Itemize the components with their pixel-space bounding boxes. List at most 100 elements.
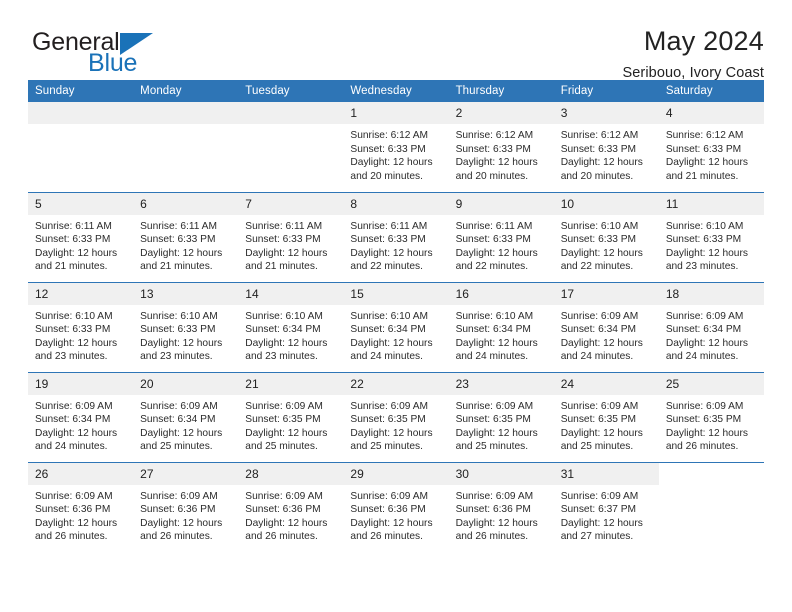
calendar-day-cell[interactable]: 20 Sunrise: 6:09 AM Sunset: 6:34 PM Dayligh… (133, 371, 239, 462)
day-details: Sunrise: 6:10 AM Sunset: 6:33 PM Daylight:… (133, 305, 238, 364)
sunrise-time: Sunrise: 6:09 AM (455, 490, 534, 502)
daylight-duration-line2: and 20 minutes. (455, 170, 529, 182)
daylight-duration-line2: and 22 minutes. (455, 261, 529, 273)
daylight-duration-line2: and 26 minutes. (455, 531, 529, 543)
sunrise-time: Sunrise: 6:10 AM (665, 220, 744, 232)
daylight-duration-line2: and 23 minutes. (665, 261, 739, 273)
calendar-cell-empty (658, 461, 764, 552)
day-details: Sunrise: 6:10 AM Sunset: 6:33 PM Daylight:… (28, 305, 133, 364)
calendar-day-cell[interactable]: 11 Sunrise: 6:10 AM Sunset: 6:33 PM Dayligh… (658, 191, 764, 282)
day-details: Sunrise: 6:12 AM Sunset: 6:33 PM Daylight:… (343, 124, 448, 183)
daylight-duration-line1: Daylight: 12 hours (140, 427, 223, 439)
sunrise-time: Sunrise: 6:11 AM (350, 220, 428, 232)
calendar-day-cell[interactable]: 4 Sunrise: 6:12 AM Sunset: 6:33 PM Daylight… (658, 102, 764, 192)
location-subtitle: Seribouo, Ivory Coast (622, 65, 764, 82)
day-details: Sunrise: 6:09 AM Sunset: 6:36 PM Daylight:… (343, 485, 448, 544)
calendar-day-cell[interactable]: 19 Sunrise: 6:09 AM Sunset: 6:34 PM Dayligh… (28, 371, 134, 462)
calendar-day-cell[interactable]: 18 Sunrise: 6:09 AM Sunset: 6:34 PM Dayligh… (658, 281, 764, 372)
day-details: Sunrise: 6:09 AM Sunset: 6:36 PM Daylight:… (449, 485, 554, 544)
daylight-duration-line2: and 23 minutes. (245, 351, 318, 363)
sunrise-time: Sunrise: 6:10 AM (455, 310, 534, 322)
sunrise-time: Sunrise: 6:09 AM (560, 310, 639, 322)
calendar-day-cell[interactable]: 1 Sunrise: 6:12 AM Sunset: 6:33 PM Daylight… (343, 102, 449, 192)
daylight-duration-line1: Daylight: 12 hours (245, 517, 328, 529)
day-number: 14 (238, 282, 344, 305)
day-details: Sunrise: 6:12 AM Sunset: 6:33 PM Daylight:… (449, 124, 554, 183)
sunrise-time: Sunrise: 6:11 AM (35, 220, 112, 232)
calendar-day-cell[interactable]: 12 Sunrise: 6:10 AM Sunset: 6:33 PM Dayligh… (28, 281, 134, 372)
daylight-duration-line2: and 27 minutes. (560, 531, 634, 543)
weekday-header-monday: Monday (133, 80, 239, 102)
day-details: Sunrise: 6:12 AM Sunset: 6:33 PM Daylight:… (659, 124, 764, 183)
daylight-duration-line1: Daylight: 12 hours (245, 337, 328, 349)
calendar-day-cell[interactable]: 23 Sunrise: 6:09 AM Sunset: 6:35 PM Dayligh… (448, 371, 554, 462)
sunrise-time: Sunrise: 6:09 AM (35, 490, 113, 502)
daylight-duration-line1: Daylight: 12 hours (245, 427, 328, 439)
sunrise-sunset-calendar: Sunday Monday Tuesday Wednesday Thursday Frid… (28, 80, 764, 552)
sunset-time: Sunset: 6:33 PM (140, 324, 216, 336)
calendar-day-cell[interactable]: 5 Sunrise: 6:11 AM Sunset: 6:33 PM Daylight… (28, 191, 134, 282)
calendar-day-cell[interactable]: 24 Sunrise: 6:09 AM Sunset: 6:35 PM Dayligh… (553, 371, 659, 462)
daylight-duration-line1: Daylight: 12 hours (665, 337, 748, 349)
daylight-duration-line1: Daylight: 12 hours (35, 337, 118, 349)
calendar-day-cell[interactable]: 30 Sunrise: 6:09 AM Sunset: 6:36 PM Dayligh… (448, 461, 554, 552)
daylight-duration-line2: and 24 minutes. (665, 351, 739, 363)
calendar-day-cell[interactable]: 3 Sunrise: 6:12 AM Sunset: 6:33 PM Daylight… (553, 102, 659, 192)
daylight-duration-line2: and 25 minutes. (140, 441, 213, 453)
day-number: 6 (133, 192, 239, 215)
daylight-duration-line2: and 25 minutes. (455, 441, 529, 453)
daylight-duration-line1: Daylight: 12 hours (665, 247, 748, 259)
daylight-duration-line2: and 24 minutes. (35, 441, 108, 453)
calendar-day-cell[interactable]: 14 Sunrise: 6:10 AM Sunset: 6:34 PM Dayligh… (238, 281, 344, 372)
calendar-day-cell[interactable]: 8 Sunrise: 6:11 AM Sunset: 6:33 PM Daylight… (343, 191, 449, 282)
day-number (133, 102, 239, 124)
calendar-day-cell[interactable]: 9 Sunrise: 6:11 AM Sunset: 6:33 PM Daylight… (448, 191, 554, 282)
calendar-day-cell[interactable]: 16 Sunrise: 6:10 AM Sunset: 6:34 PM Dayligh… (448, 281, 554, 372)
calendar-day-cell[interactable]: 27 Sunrise: 6:09 AM Sunset: 6:36 PM Dayligh… (133, 461, 239, 552)
calendar-day-cell[interactable]: 6 Sunrise: 6:11 AM Sunset: 6:33 PM Daylight… (133, 191, 239, 282)
weekday-header-tuesday: Tuesday (238, 80, 344, 102)
calendar-day-cell[interactable]: 10 Sunrise: 6:10 AM Sunset: 6:33 PM Dayligh… (553, 191, 659, 282)
calendar-week-row: 5 Sunrise: 6:11 AM Sunset: 6:33 PM Daylight… (28, 191, 764, 282)
sunset-time: Sunset: 6:34 PM (455, 324, 531, 336)
sunrise-time: Sunrise: 6:09 AM (350, 400, 429, 412)
calendar-day-cell[interactable]: 15 Sunrise: 6:10 AM Sunset: 6:34 PM Dayligh… (343, 281, 449, 372)
daylight-duration-line1: Daylight: 12 hours (455, 157, 538, 169)
calendar-day-cell[interactable]: 22 Sunrise: 6:09 AM Sunset: 6:35 PM Dayligh… (343, 371, 449, 462)
calendar-day-cell[interactable]: 29 Sunrise: 6:09 AM Sunset: 6:36 PM Dayligh… (343, 461, 449, 552)
calendar-day-cell[interactable]: 28 Sunrise: 6:09 AM Sunset: 6:36 PM Dayligh… (238, 461, 344, 552)
calendar-day-cell[interactable]: 7 Sunrise: 6:11 AM Sunset: 6:33 PM Daylight… (238, 191, 344, 282)
daylight-duration-line2: and 24 minutes. (455, 351, 529, 363)
calendar-day-cell[interactable]: 13 Sunrise: 6:10 AM Sunset: 6:33 PM Dayligh… (133, 281, 239, 372)
weekday-header-thursday: Thursday (448, 80, 554, 102)
calendar-day-cell[interactable]: 21 Sunrise: 6:09 AM Sunset: 6:35 PM Dayligh… (238, 371, 344, 462)
day-details: Sunrise: 6:09 AM Sunset: 6:35 PM Daylight:… (238, 395, 343, 454)
daylight-duration-line1: Daylight: 12 hours (560, 517, 643, 529)
day-number: 5 (28, 192, 134, 215)
calendar-day-cell[interactable]: 2 Sunrise: 6:12 AM Sunset: 6:33 PM Daylight… (448, 102, 554, 192)
sunset-time: Sunset: 6:35 PM (665, 414, 742, 426)
sunset-time: Sunset: 6:36 PM (245, 504, 321, 516)
day-details: Sunrise: 6:10 AM Sunset: 6:34 PM Daylight:… (343, 305, 448, 364)
day-details: Sunrise: 6:09 AM Sunset: 6:35 PM Daylight:… (554, 395, 659, 454)
day-details: Sunrise: 6:09 AM Sunset: 6:36 PM Daylight:… (28, 485, 133, 544)
sunrise-time: Sunrise: 6:12 AM (665, 130, 744, 141)
day-details: Sunrise: 6:09 AM Sunset: 6:34 PM Daylight:… (554, 305, 659, 364)
day-number: 30 (448, 462, 554, 485)
sunset-time: Sunset: 6:36 PM (455, 504, 531, 516)
calendar-day-cell[interactable]: 25 Sunrise: 6:09 AM Sunset: 6:35 PM Dayligh… (658, 371, 764, 462)
sunrise-time: Sunrise: 6:10 AM (245, 310, 323, 322)
daylight-duration-line1: Daylight: 12 hours (245, 247, 328, 259)
calendar-day-cell[interactable]: 17 Sunrise: 6:09 AM Sunset: 6:34 PM Dayligh… (553, 281, 659, 372)
calendar-day-cell[interactable]: 31 Sunrise: 6:09 AM Sunset: 6:37 PM Dayligh… (553, 461, 659, 552)
daylight-duration-line2: and 20 minutes. (350, 170, 423, 182)
day-details: Sunrise: 6:09 AM Sunset: 6:35 PM Daylight:… (449, 395, 554, 454)
sunset-time: Sunset: 6:33 PM (350, 234, 426, 246)
sunrise-time: Sunrise: 6:09 AM (140, 400, 218, 412)
daylight-duration-line1: Daylight: 12 hours (455, 247, 538, 259)
calendar-day-cell[interactable]: 26 Sunrise: 6:09 AM Sunset: 6:36 PM Dayligh… (28, 461, 134, 552)
daylight-duration-line1: Daylight: 12 hours (350, 517, 433, 529)
day-number: 31 (553, 462, 659, 485)
calendar-header-row: Sunday Monday Tuesday Wednesday Thursday Frid… (28, 80, 764, 102)
daylight-duration-line1: Daylight: 12 hours (140, 247, 223, 259)
